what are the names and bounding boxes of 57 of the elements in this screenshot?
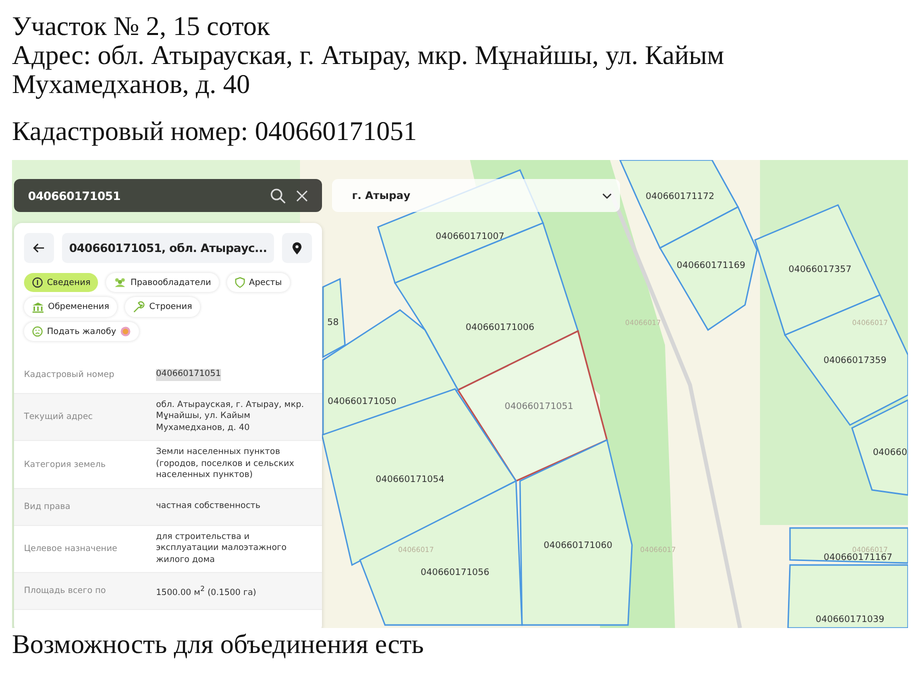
- field-value: 1500.00 м$^{2}$ (0.1500 га): [156, 584, 256, 599]
- cadastral-number: Кадастровый номер: 040660171051: [12, 117, 418, 146]
- parcel-number: 040660171050: [328, 397, 396, 407]
- parcel-number: 58: [327, 318, 339, 328]
- merge-note: Возможность для объединения есть: [11, 630, 425, 659]
- location-pin-button[interactable]: [282, 233, 312, 263]
- shield-icon: [235, 277, 245, 288]
- field-label: Вид права: [24, 502, 72, 512]
- arrow-left-icon: [33, 243, 45, 253]
- parcel-number: 040660171172: [646, 192, 714, 202]
- parcel-number: 040660171051: [504, 402, 574, 412]
- field-label: Категория земель: [24, 460, 107, 470]
- wrench-icon: [133, 301, 146, 313]
- back-button[interactable]: [24, 233, 54, 263]
- field-value: 040660171051: [156, 369, 221, 381]
- parcel-number: 040660171054: [376, 475, 444, 485]
- people-icon: [114, 277, 126, 288]
- parcel-title-field[interactable]: 040660171051, обл. Атыраус...: [62, 233, 274, 263]
- map-view[interactable]: [12, 160, 908, 628]
- field-label: Текущий адрес: [24, 412, 94, 422]
- tab[interactable]: Сведения: [24, 273, 98, 292]
- tab[interactable]: Правообладатели: [106, 273, 219, 292]
- field-value: для строительства и эксплуатации малоэтажного жилого дома: [156, 532, 288, 566]
- field-label: Площадь всего по: [24, 586, 107, 596]
- sad-face-icon: [32, 326, 43, 337]
- region-select[interactable]: г. Атырау: [332, 179, 620, 212]
- parcel-number: 040660171060: [544, 541, 612, 551]
- land-parcel[interactable]: [456, 330, 608, 482]
- parcel-number: 040660171167: [824, 553, 892, 563]
- tab[interactable]: Строения: [125, 297, 200, 317]
- search-field[interactable]: 040660171051: [14, 179, 322, 212]
- tab[interactable]: Аресты: [227, 273, 290, 292]
- tab[interactable]: Подать жалобу: [24, 322, 140, 341]
- location-pin-icon: [292, 242, 302, 254]
- field-value: Земли населенных пунктов (городов, поселков и сельских населенных пунктов): [156, 447, 296, 482]
- land-parcel[interactable]: [789, 527, 908, 564]
- plot-title: Участок № 2, 15 соток: [12, 12, 271, 41]
- parcel-number: 04066017357: [788, 265, 852, 275]
- field-label: Кадастровый номер: [24, 370, 116, 380]
- parcel-number: 040660171169: [676, 261, 746, 271]
- sticker-icon: [120, 326, 132, 337]
- close-icon[interactable]: [296, 190, 308, 202]
- info-icon: [32, 277, 43, 288]
- field-label: Целевое назначение: [24, 544, 118, 554]
- parcel-number: 040660: [872, 448, 908, 458]
- field-value: обл. Атырауская, г. Атырау, мкр. Мұнайшы, ул. Кайым Мухамедханов, д. 40: [156, 400, 305, 434]
- parcel-number: 04066017359: [824, 356, 886, 366]
- plot-address: Адрес: обл. Атырауская, г. Атырау, мкр. Мұнайшы, ул. Кайым Мухамедханов, д. 40: [12, 41, 726, 99]
- search-icon[interactable]: [270, 188, 286, 204]
- tab[interactable]: Обременения: [24, 297, 118, 317]
- parcel-number: 040660171006: [466, 323, 534, 333]
- field-value: частная собственность: [156, 501, 260, 513]
- parcel-number: 040660171056: [420, 568, 490, 578]
- parcel-number: 040660171039: [816, 615, 884, 625]
- parcel-number: 040660171007: [436, 232, 504, 242]
- bank-icon: [32, 302, 44, 312]
- chevron-down-icon[interactable]: [602, 192, 612, 198]
